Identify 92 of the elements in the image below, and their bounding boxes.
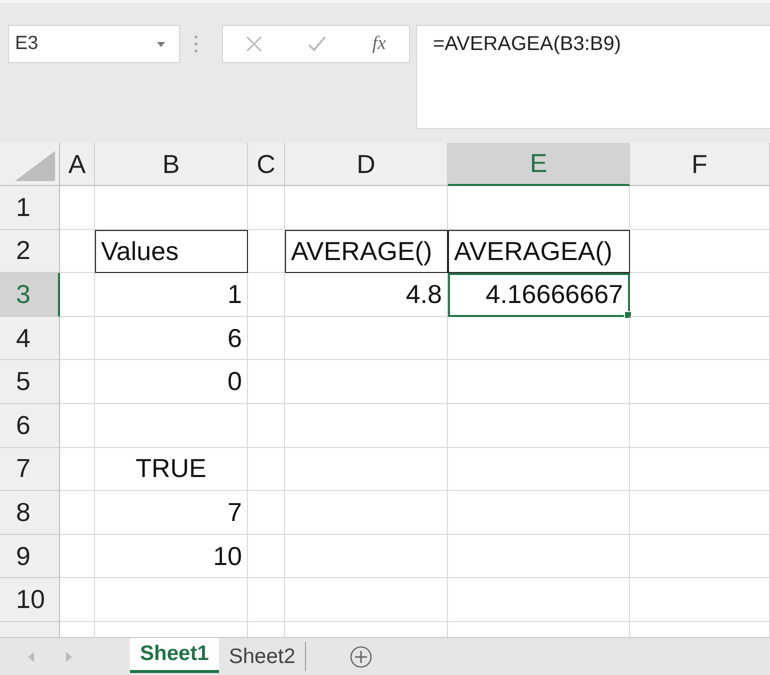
column-header[interactable]: E: [448, 143, 630, 186]
table-cell[interactable]: [248, 534, 285, 578]
table-cell[interactable]: [248, 360, 285, 404]
row-header[interactable]: 4: [0, 316, 60, 360]
table-cell[interactable]: [448, 360, 630, 404]
select-all-button[interactable]: [0, 143, 60, 186]
table-cell[interactable]: [60, 316, 95, 360]
table-cell[interactable]: [285, 534, 448, 578]
column-header[interactable]: F: [630, 143, 770, 186]
table-cell[interactable]: [448, 316, 630, 360]
table-cell[interactable]: [285, 186, 448, 230]
add-sheet-icon[interactable]: [350, 646, 372, 668]
table-cell[interactable]: AVERAGEA(): [448, 230, 630, 274]
table-cell[interactable]: [630, 448, 770, 492]
table-cell[interactable]: [630, 186, 770, 230]
table-cell[interactable]: 6: [95, 316, 248, 360]
insert-function-button[interactable]: fx: [372, 33, 386, 55]
table-cell[interactable]: [60, 404, 95, 448]
table-cell[interactable]: [60, 230, 95, 274]
row-header[interactable]: 3: [0, 273, 60, 317]
table-cell[interactable]: [630, 273, 770, 317]
table-cell[interactable]: [248, 491, 285, 535]
row-header[interactable]: 9: [0, 534, 60, 578]
table-cell[interactable]: [60, 360, 95, 404]
column-header[interactable]: A: [60, 143, 95, 186]
table-cell[interactable]: [285, 448, 448, 492]
name-box[interactable]: E3: [8, 25, 180, 63]
table-cell[interactable]: 0: [95, 360, 248, 404]
table-cell[interactable]: [630, 491, 770, 535]
table-cell[interactable]: Values: [95, 230, 248, 274]
table-cell[interactable]: 10: [95, 534, 248, 578]
table-cell[interactable]: [630, 534, 770, 578]
column-header[interactable]: D: [285, 143, 448, 186]
fill-handle[interactable]: [624, 310, 632, 319]
table-cell[interactable]: [95, 578, 248, 622]
table-cell[interactable]: [448, 491, 630, 535]
table-cell[interactable]: [285, 360, 448, 404]
table-cell[interactable]: [448, 534, 630, 578]
table-cell[interactable]: [248, 578, 285, 622]
row-header[interactable]: 5: [0, 360, 60, 404]
table-cell[interactable]: [60, 273, 95, 317]
table-cell[interactable]: [248, 316, 285, 360]
table-cell[interactable]: [448, 578, 630, 622]
table-cell[interactable]: [95, 404, 248, 448]
table-cell[interactable]: [60, 491, 95, 535]
table-cell[interactable]: [630, 578, 770, 622]
table-cell[interactable]: [448, 404, 630, 448]
table-cell[interactable]: AVERAGE(): [285, 230, 448, 274]
name-box-value: E3: [15, 33, 38, 55]
scroll-left-icon[interactable]: [28, 652, 34, 662]
formula-text: =AVERAGEA(B3:B9): [433, 33, 622, 55]
table-cell[interactable]: [630, 230, 770, 274]
table-cell[interactable]: [285, 491, 448, 535]
scroll-right-icon[interactable]: [66, 652, 72, 662]
table-cell[interactable]: [248, 186, 285, 230]
sheet-tab[interactable]: Sheet1: [130, 638, 219, 673]
table-cell[interactable]: [60, 448, 95, 492]
column-header[interactable]: C: [248, 143, 285, 186]
table-cell[interactable]: [248, 404, 285, 448]
checkmark-icon[interactable]: [308, 36, 326, 52]
table-cell[interactable]: [248, 230, 285, 274]
row-header[interactable]: 1: [0, 186, 60, 230]
sheet-tab[interactable]: Sheet2: [218, 642, 306, 671]
table-cell[interactable]: 4.16666667: [448, 273, 630, 317]
table-cell[interactable]: 1: [95, 273, 248, 317]
row-header[interactable]: 7: [0, 448, 60, 492]
table-cell[interactable]: [285, 316, 448, 360]
table-cell[interactable]: 7: [95, 491, 248, 535]
row-header[interactable]: 8: [0, 491, 60, 535]
dropdown-icon[interactable]: [157, 42, 165, 46]
table-cell[interactable]: [630, 404, 770, 448]
table-cell[interactable]: TRUE: [95, 448, 248, 492]
row-header[interactable]: 10: [0, 578, 60, 622]
table-cell[interactable]: [630, 316, 770, 360]
table-cell[interactable]: [630, 360, 770, 404]
table-cell[interactable]: 4.8: [285, 273, 448, 317]
table-cell[interactable]: [448, 448, 630, 492]
row-header[interactable]: 6: [0, 404, 60, 448]
formula-field[interactable]: =AVERAGEA(B3:B9): [416, 25, 770, 129]
cancel-icon[interactable]: [246, 36, 262, 52]
table-cell[interactable]: [60, 186, 95, 230]
drag-handle-icon[interactable]: [194, 35, 198, 53]
table-cell[interactable]: [60, 534, 95, 578]
column-header[interactable]: B: [95, 143, 248, 186]
table-cell[interactable]: [248, 448, 285, 492]
table-cell[interactable]: [95, 186, 248, 230]
table-cell[interactable]: [448, 186, 630, 230]
table-cell[interactable]: [248, 273, 285, 317]
table-cell[interactable]: [60, 578, 95, 622]
row-header[interactable]: 2: [0, 230, 60, 274]
table-cell[interactable]: [285, 578, 448, 622]
table-cell[interactable]: [285, 404, 448, 448]
